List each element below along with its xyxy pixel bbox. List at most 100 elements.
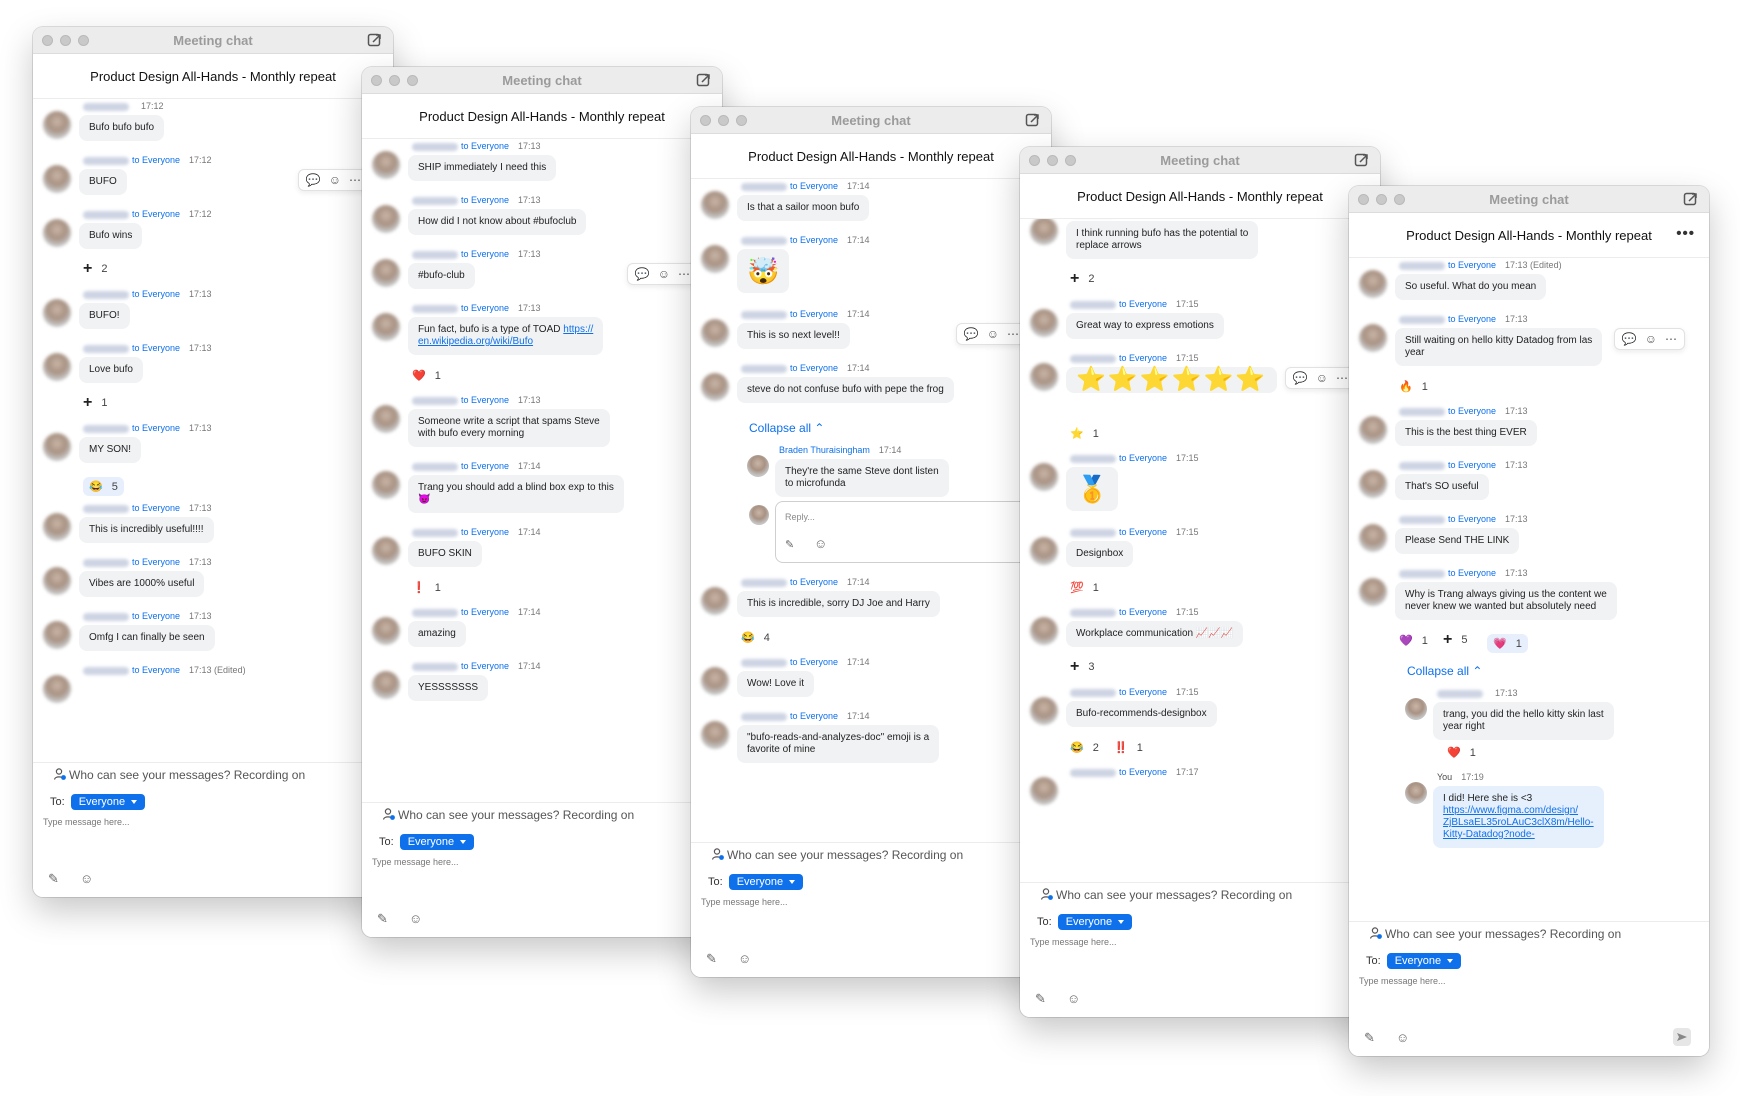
reaction-chip[interactable]: ❗ 1 <box>412 581 441 595</box>
reaction-chip[interactable]: +1 <box>83 395 107 411</box>
chat-list[interactable]: to Everyone 17:13 SHIP immediately I need … <box>362 139 722 805</box>
add-reaction-icon[interactable]: ☺ <box>658 267 670 281</box>
reaction-chip[interactable]: ‼️ 1 <box>1114 741 1143 755</box>
recipient-link[interactable]: to Everyone <box>461 395 509 405</box>
recipient-link[interactable]: to Everyone <box>1448 460 1496 470</box>
popout-icon[interactable] <box>1353 151 1371 169</box>
format-icon[interactable]: ✎ <box>48 871 59 887</box>
more-icon[interactable]: ⋯ <box>1007 327 1019 341</box>
privacy-notice[interactable]: Who can see your messages? Recording on <box>362 802 722 827</box>
recipient-link[interactable]: to Everyone <box>1119 353 1167 363</box>
privacy-notice[interactable]: Who can see your messages? Recording on <box>33 762 393 787</box>
recipient-link[interactable]: to Everyone <box>790 577 838 587</box>
popout-icon[interactable] <box>1682 190 1700 208</box>
recipient-link[interactable]: to Everyone <box>461 607 509 617</box>
recipient-link[interactable]: to Everyone <box>790 657 838 667</box>
recipient-link[interactable]: to Everyone <box>461 141 509 151</box>
reaction-chip[interactable]: 😂 2 <box>1070 741 1099 755</box>
message-link[interactable]: en.wikipedia.org/wiki/Bufo <box>418 336 533 347</box>
reaction-chip[interactable]: ⭐ 1 <box>1070 427 1099 441</box>
chat-list[interactable]: 17:12 Bufo bufo bufo to Everyone 17:12 BUFO 💬… <box>33 99 393 765</box>
emoji-icon[interactable]: ☺ <box>1067 991 1080 1006</box>
send-icon[interactable] <box>1673 1028 1691 1046</box>
reaction-chip[interactable]: 😂 5 <box>83 477 124 496</box>
chat-list[interactable]: to Everyone 17:13 (Edited) So useful. What… <box>1349 258 1709 924</box>
format-icon[interactable]: ✎ <box>377 911 388 927</box>
reply-icon[interactable]: 💬 <box>306 173 321 187</box>
recipient-link[interactable]: to Everyone <box>132 209 180 219</box>
more-icon[interactable]: ⋯ <box>1336 371 1348 385</box>
recipient-link[interactable]: to Everyone <box>790 309 838 319</box>
add-reaction-icon[interactable]: ☺ <box>987 327 999 341</box>
recipient-link[interactable]: to Everyone <box>132 343 180 353</box>
collapse-all-label[interactable]: Collapse all ⌃ <box>749 421 824 435</box>
recipient-link[interactable]: to Everyone <box>1119 299 1167 309</box>
recipient-link[interactable]: to Everyone <box>1448 568 1496 578</box>
message-input[interactable]: Type message here... <box>691 897 1051 951</box>
recipient-link[interactable]: to Everyone <box>1119 453 1167 463</box>
recipient-link[interactable]: to Everyone <box>132 557 180 567</box>
recipient-dropdown[interactable]: Everyone <box>1057 914 1133 930</box>
recipient-dropdown[interactable]: Everyone <box>728 874 804 890</box>
recipient-link[interactable]: to Everyone <box>1119 687 1167 697</box>
popout-icon[interactable] <box>366 31 384 49</box>
message-link[interactable]: ZjBLsaEL35roLAuC3clX8m/Hello- <box>1443 817 1594 828</box>
recipient-link[interactable]: to Everyone <box>461 249 509 259</box>
add-reaction-icon[interactable]: ☺ <box>329 173 341 187</box>
reaction-chip[interactable]: 💜 1 <box>1399 634 1428 648</box>
reply-icon[interactable]: 💬 <box>635 267 650 281</box>
collapse-all-button[interactable]: Collapse all ⌃ <box>691 415 1051 443</box>
recipient-link[interactable]: to Everyone <box>132 155 180 165</box>
recipient-link[interactable]: to Everyone <box>790 711 838 721</box>
reply-icon[interactable]: 💬 <box>1622 332 1637 346</box>
reaction-chip[interactable]: 💯 1 <box>1070 581 1099 595</box>
popout-icon[interactable] <box>1024 111 1042 129</box>
recipient-link[interactable]: to Everyone <box>132 503 180 513</box>
privacy-notice[interactable]: Who can see your messages? Recording on <box>1020 882 1380 907</box>
message-link[interactable]: Kitty-Datadog?node- <box>1443 829 1535 840</box>
recipient-link[interactable]: to Everyone <box>1448 514 1496 524</box>
chat-list[interactable]: I think running bufo has the potential t… <box>1020 219 1380 885</box>
reaction-chip[interactable]: 💗 1 <box>1487 634 1528 653</box>
privacy-notice[interactable]: Who can see your messages? Recording on <box>1349 921 1709 946</box>
message-input[interactable]: Type message here... <box>33 817 393 871</box>
recipient-link[interactable]: to Everyone <box>1119 527 1167 537</box>
popout-icon[interactable] <box>695 71 713 89</box>
recipient-link[interactable]: to Everyone <box>790 363 838 373</box>
recipient-link[interactable]: to Everyone <box>461 527 509 537</box>
recipient-link[interactable]: to Everyone <box>461 303 509 313</box>
collapse-all-label[interactable]: Collapse all ⌃ <box>1407 664 1482 678</box>
recipient-dropdown[interactable]: Everyone <box>70 794 146 810</box>
collapse-all-button[interactable]: Collapse all ⌃ <box>1349 658 1709 686</box>
recipient-link[interactable]: to Everyone <box>132 289 180 299</box>
reaction-chip[interactable]: +5 <box>1443 632 1467 648</box>
format-icon[interactable]: ✎ <box>1035 991 1046 1007</box>
emoji-icon[interactable]: ☺ <box>80 871 93 886</box>
emoji-icon[interactable]: ☺ <box>1396 1030 1409 1045</box>
more-icon[interactable]: ⋯ <box>349 173 361 187</box>
reply-icon[interactable]: 💬 <box>1293 371 1308 385</box>
format-icon[interactable]: ✎ <box>785 538 794 551</box>
privacy-notice[interactable]: Who can see your messages? Recording on <box>691 842 1051 867</box>
recipient-link[interactable]: to Everyone <box>461 461 509 471</box>
recipient-link[interactable]: to Everyone <box>1448 314 1496 324</box>
message-input[interactable]: Type message here... <box>362 857 722 911</box>
emoji-icon[interactable]: ☺ <box>409 911 422 926</box>
more-icon[interactable]: ⋯ <box>678 267 690 281</box>
recipient-link[interactable]: to Everyone <box>132 423 180 433</box>
more-icon[interactable]: ⋯ <box>1665 332 1677 346</box>
recipient-link[interactable]: to Everyone <box>132 611 180 621</box>
emoji-icon[interactable]: ☺ <box>738 951 751 966</box>
format-icon[interactable]: ✎ <box>706 951 717 967</box>
reaction-chip[interactable]: 🔥 1 <box>1399 380 1428 394</box>
more-options-icon[interactable]: ••• <box>1676 225 1695 242</box>
reply-input[interactable]: Reply...✎☺➤ <box>775 501 1051 563</box>
chat-list[interactable]: to Everyone 17:14 Is that a sailor moon bu… <box>691 179 1051 845</box>
recipient-link[interactable]: to Everyone <box>461 195 509 205</box>
recipient-dropdown[interactable]: Everyone <box>1386 953 1462 969</box>
add-reaction-icon[interactable]: ☺ <box>1645 332 1657 346</box>
recipient-link[interactable]: to Everyone <box>790 235 838 245</box>
reaction-chip[interactable]: +3 <box>1070 659 1094 675</box>
recipient-link[interactable]: to Everyone <box>132 665 180 675</box>
recipient-link[interactable]: to Everyone <box>1448 406 1496 416</box>
